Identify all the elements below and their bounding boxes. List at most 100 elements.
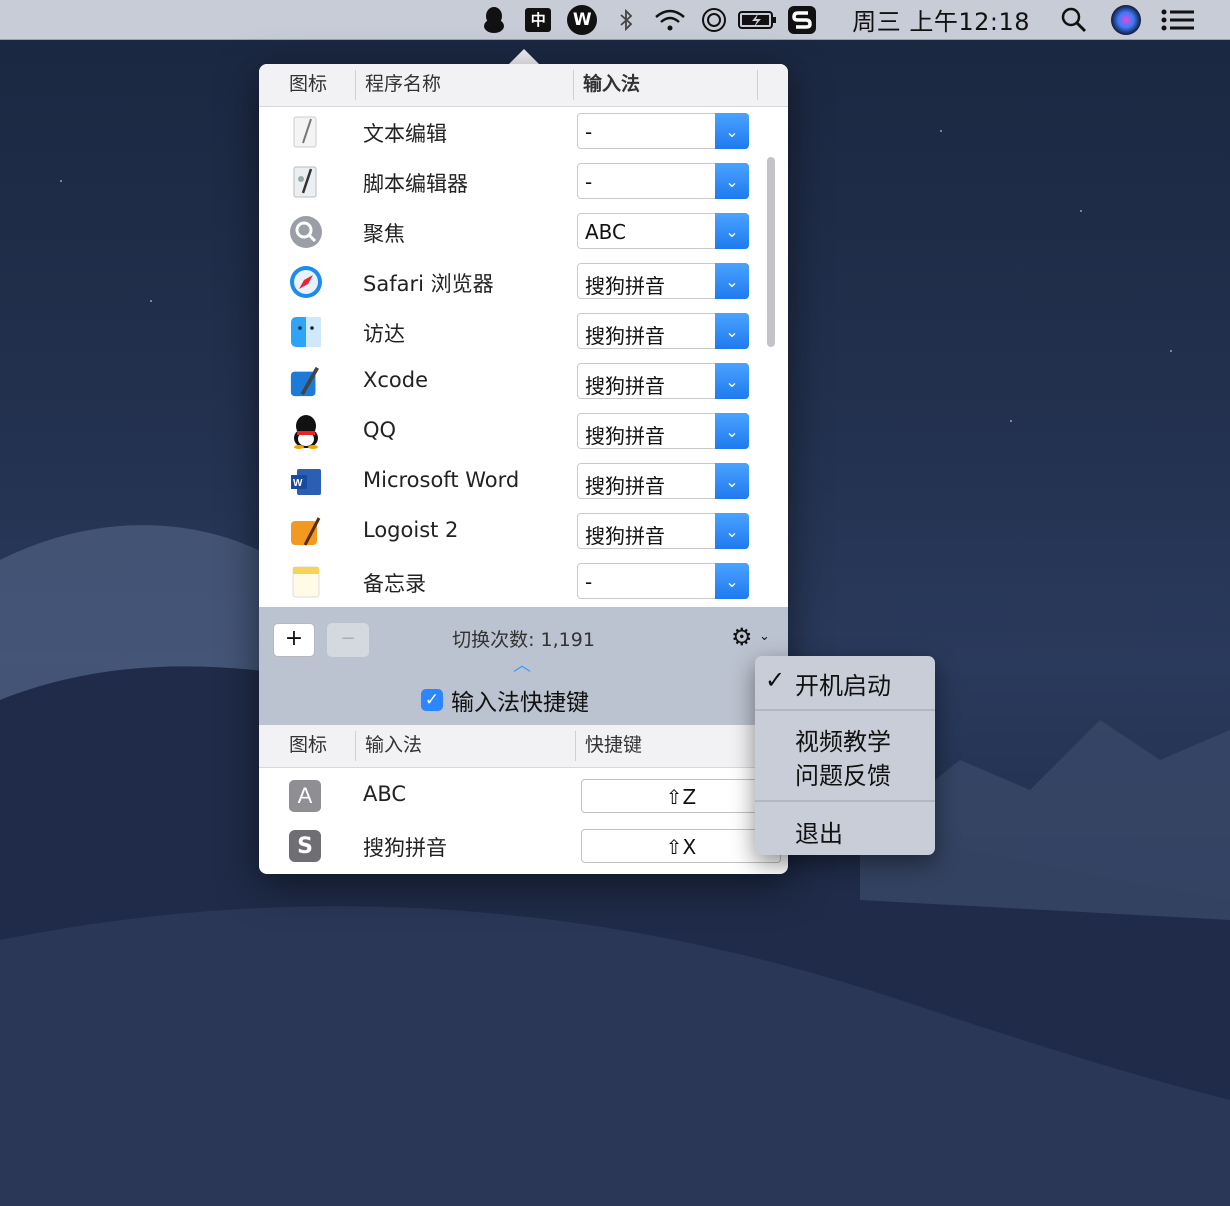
- shortcut-recorder[interactable]: ⇧Z: [581, 779, 781, 813]
- notes-icon: [289, 565, 323, 599]
- scrollbar[interactable]: [767, 157, 775, 347]
- table-row[interactable]: Safari 浏览器 搜狗拼音 ⌄: [259, 257, 759, 307]
- app-list: 文本编辑 - ⌄ 脚本编辑器 - ⌄ 聚焦 ABC ⌄ Safari 浏览器 搜…: [259, 107, 788, 607]
- qq-penguin-icon[interactable]: [472, 0, 516, 40]
- abc-input-icon: A: [289, 780, 321, 812]
- app-w-icon[interactable]: W: [560, 0, 604, 40]
- siri-icon[interactable]: [1096, 0, 1156, 40]
- table-row[interactable]: 聚焦 ABC ⌄: [259, 207, 759, 257]
- popover-footer: + − 切换次数: 1,191 ︿ ⚙ ⌄ ✓ 输入法快捷键: [259, 607, 788, 725]
- col-name-header[interactable]: 程序名称: [365, 64, 441, 106]
- col-icon-header[interactable]: 图标: [289, 64, 327, 106]
- app-name: 文本编辑: [363, 122, 447, 146]
- notification-list-icon[interactable]: [1156, 0, 1200, 40]
- col-separator: [355, 731, 356, 761]
- col-input-header[interactable]: 输入法: [365, 725, 422, 767]
- input-method-select[interactable]: ABC ⌄: [577, 213, 749, 249]
- spotlight-search-icon[interactable]: [1052, 0, 1096, 40]
- table-row[interactable]: W Microsoft Word 搜狗拼音 ⌄: [259, 457, 759, 507]
- input-method-select[interactable]: 搜狗拼音 ⌄: [577, 463, 749, 499]
- table-row[interactable]: Logoist 2 搜狗拼音 ⌄: [259, 507, 759, 557]
- app-name: Microsoft Word: [363, 468, 520, 492]
- input-method-select[interactable]: 搜狗拼音 ⌄: [577, 313, 749, 349]
- col-separator: [757, 70, 758, 100]
- clock[interactable]: 周三 上午12:18: [824, 0, 1052, 40]
- shortcut-toggle[interactable]: ✓ 输入法快捷键: [421, 683, 589, 717]
- app-table-header: 图标 程序名称 输入法: [259, 64, 788, 107]
- shortcut-toggle-label: 输入法快捷键: [451, 690, 589, 716]
- chevron-down-icon[interactable]: ⌄: [715, 513, 749, 549]
- word-icon: W: [289, 465, 323, 499]
- table-row[interactable]: Xcode 搜狗拼音 ⌄: [259, 357, 759, 407]
- col-input-header[interactable]: 输入法: [583, 64, 640, 106]
- checkbox-checked-icon[interactable]: ✓: [421, 689, 443, 711]
- bluetooth-icon[interactable]: [604, 0, 648, 40]
- safari-icon: [289, 265, 323, 299]
- chevron-down-icon[interactable]: ⌄: [715, 413, 749, 449]
- sogou-input-icon: S: [289, 830, 321, 862]
- input-method-select[interactable]: 搜狗拼音 ⌄: [577, 363, 749, 399]
- input-method-select[interactable]: 搜狗拼音 ⌄: [577, 263, 749, 299]
- col-icon-header[interactable]: 图标: [289, 725, 327, 767]
- sogou-icon[interactable]: [780, 0, 824, 40]
- chevron-down-icon[interactable]: ⌄: [715, 363, 749, 399]
- input-method-select[interactable]: - ⌄: [577, 113, 749, 149]
- menu-separator: [755, 709, 935, 711]
- chevron-down-icon[interactable]: ⌄: [715, 213, 749, 249]
- table-row[interactable]: 文本编辑 - ⌄: [259, 107, 759, 157]
- battery-icon[interactable]: [736, 0, 780, 40]
- col-shortcut-header[interactable]: 快捷键: [585, 725, 642, 767]
- shortcut-table-header: 图标 输入法 快捷键: [259, 725, 788, 768]
- gear-icon[interactable]: ⚙: [731, 623, 753, 651]
- switch-count-label: 切换次数: 1,191: [452, 629, 595, 651]
- app-name: Logoist 2: [363, 518, 459, 542]
- menu-item-quit[interactable]: 退出: [795, 814, 843, 849]
- table-row[interactable]: A ABC ⇧Z: [259, 771, 788, 821]
- wifi-icon[interactable]: [648, 0, 692, 40]
- menu-item-launch-at-login[interactable]: 开机启动: [795, 666, 891, 701]
- xcode-icon: [289, 365, 323, 399]
- svg-text:W: W: [293, 478, 303, 489]
- chevron-down-icon[interactable]: ⌄: [715, 113, 749, 149]
- spotlight-icon: [289, 215, 323, 249]
- checkmark-icon: ✓: [765, 666, 786, 694]
- input-method-select[interactable]: 搜狗拼音 ⌄: [577, 513, 749, 549]
- menu-bar: 中 W 周三 上午12:18: [0, 0, 1230, 40]
- app-name: Safari 浏览器: [363, 272, 494, 296]
- table-row[interactable]: QQ 搜狗拼音 ⌄: [259, 407, 759, 457]
- menu-item-feedback[interactable]: 问题反馈: [795, 756, 891, 791]
- app-name: 备忘录: [363, 572, 426, 596]
- chevron-down-icon[interactable]: ⌄: [715, 163, 749, 199]
- shortcut-recorder[interactable]: ⇧X: [581, 829, 781, 863]
- app-name: Xcode: [363, 368, 429, 392]
- chevron-down-icon[interactable]: ⌄: [759, 629, 770, 644]
- input-method-name: 搜狗拼音: [363, 836, 447, 860]
- chevron-down-icon[interactable]: ⌄: [715, 313, 749, 349]
- time-machine-icon[interactable]: [692, 0, 736, 40]
- qq-icon: [289, 415, 323, 449]
- app-name: 脚本编辑器: [363, 172, 468, 196]
- app-name: QQ: [363, 418, 397, 442]
- chevron-down-icon[interactable]: ⌄: [715, 563, 749, 599]
- input-method-select[interactable]: 搜狗拼音 ⌄: [577, 413, 749, 449]
- table-row[interactable]: S 搜狗拼音 ⇧X: [259, 821, 788, 871]
- gear-menu: ✓ 开机启动 视频教学 问题反馈 退出: [755, 656, 935, 855]
- chevron-down-icon[interactable]: ⌄: [715, 463, 749, 499]
- input-method-select[interactable]: - ⌄: [577, 163, 749, 199]
- col-separator: [355, 70, 356, 100]
- menu-separator: [755, 800, 935, 802]
- popover-arrow: [508, 49, 540, 65]
- chinese-input-icon[interactable]: 中: [516, 0, 560, 40]
- input-method-select[interactable]: - ⌄: [577, 563, 749, 599]
- table-row[interactable]: 访达 搜狗拼音 ⌄: [259, 307, 759, 357]
- table-row[interactable]: 脚本编辑器 - ⌄: [259, 157, 759, 207]
- table-row[interactable]: 备忘录 - ⌄: [259, 557, 759, 607]
- input-switcher-popover: 图标 程序名称 输入法 文本编辑 - ⌄ 脚本编辑器 - ⌄ 聚焦 ABC ⌄ …: [259, 64, 788, 874]
- chevron-down-icon[interactable]: ⌄: [715, 263, 749, 299]
- chevron-up-icon[interactable]: ︿: [513, 651, 531, 677]
- col-separator: [573, 70, 574, 100]
- finder-icon: [289, 315, 323, 349]
- menu-item-video-tutorial[interactable]: 视频教学: [795, 722, 891, 757]
- input-method-name: ABC: [363, 782, 407, 806]
- textedit-icon: [289, 115, 323, 149]
